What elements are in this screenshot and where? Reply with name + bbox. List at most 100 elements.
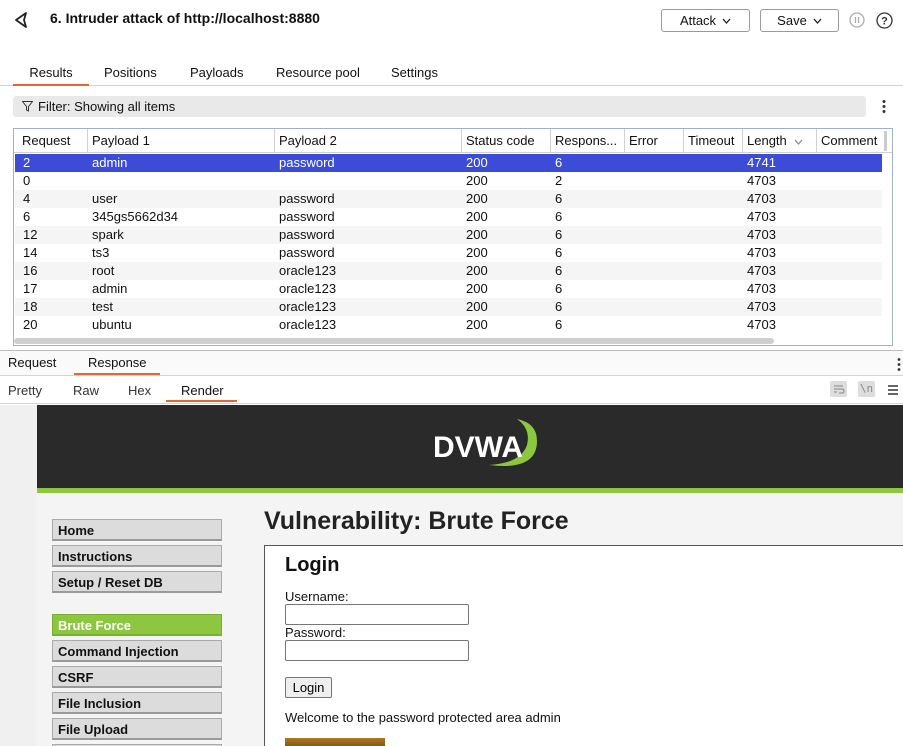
password-label: Password: xyxy=(285,625,346,640)
col-payload-2[interactable]: Payload 2 xyxy=(275,129,462,153)
menu-setup-reset-db[interactable]: Setup / Reset DB xyxy=(52,571,222,593)
active-tab-indicator xyxy=(166,400,237,402)
col-comment[interactable]: Comment xyxy=(817,129,884,153)
table-row[interactable]: 17 admin oracle123 200 6 4703 xyxy=(15,280,882,298)
cell-response-received: 6 xyxy=(555,299,563,314)
dvwa-logo-text: DVWA xyxy=(433,431,523,464)
horizontal-scrollbar[interactable] xyxy=(14,338,774,344)
cell-response-received: 6 xyxy=(555,155,563,170)
tab-hex[interactable]: Hex xyxy=(128,383,151,398)
col-payload-1[interactable]: Payload 1 xyxy=(88,129,275,153)
active-tab-indicator xyxy=(74,373,160,375)
cell-response-received: 6 xyxy=(555,227,563,242)
menu-file-inclusion[interactable]: File Inclusion xyxy=(52,692,222,714)
login-button[interactable]: Login xyxy=(285,677,332,698)
menu-brute-force[interactable]: Brute Force xyxy=(52,614,222,636)
cell-response-received: 6 xyxy=(555,317,563,332)
cell-status-code: 200 xyxy=(466,281,488,296)
cell-payload-1: admin xyxy=(92,281,128,296)
tab-request[interactable]: Request xyxy=(8,355,56,370)
cell-payload-1: 345gs5662d34 xyxy=(92,209,179,224)
menu-command-injection[interactable]: Command Injection xyxy=(52,640,222,662)
table-row[interactable]: 2 admin password 200 6 4741 xyxy=(15,154,882,172)
cell-length: 4703 xyxy=(747,173,776,188)
cell-payload-1: user xyxy=(92,191,118,206)
table-row[interactable]: 12 spark password 200 6 4703 xyxy=(15,226,882,244)
rendered-response: DVWA Home Instructions Setup / Reset DB … xyxy=(0,405,903,746)
cell-payload-2: password xyxy=(279,209,335,224)
attack-button[interactable]: Attack xyxy=(661,9,750,32)
help-icon[interactable]: ? xyxy=(876,12,893,29)
filter-bar[interactable]: Filter: Showing all items xyxy=(13,96,866,117)
cell-request: 4 xyxy=(23,191,31,206)
col-length-label: Length xyxy=(747,133,787,148)
cell-length: 4703 xyxy=(747,281,776,296)
cell-payload-2: password xyxy=(279,245,335,260)
welcome-message: Welcome to the password protected area a… xyxy=(285,710,561,725)
cell-payload-1: ts3 xyxy=(92,245,110,260)
menu-file-upload[interactable]: File Upload xyxy=(52,718,222,740)
cell-payload-2: password xyxy=(279,227,335,242)
username-field[interactable] xyxy=(285,604,469,625)
table-row[interactable]: 20 ubuntu oracle123 200 6 4703 xyxy=(15,316,882,334)
cell-payload-1: admin xyxy=(92,155,128,170)
intruder-back-icon[interactable] xyxy=(12,10,32,30)
cell-request: 12 xyxy=(23,227,38,242)
table-row[interactable]: 14 ts3 password 200 6 4703 xyxy=(15,244,882,262)
cell-length: 4703 xyxy=(747,299,776,314)
cell-request: 14 xyxy=(23,245,38,260)
cell-length: 4703 xyxy=(747,317,776,332)
table-row[interactable]: 16 root oracle123 200 6 4703 xyxy=(15,262,882,280)
menu-icon[interactable] xyxy=(888,385,898,395)
tab-resource-pool[interactable]: Resource pool xyxy=(276,60,360,86)
table-row[interactable]: 18 test oracle123 200 6 4703 xyxy=(15,298,882,316)
login-form: Login Username: Password: Login Welcome … xyxy=(264,545,903,746)
cell-length: 4703 xyxy=(747,209,776,224)
tab-positions[interactable]: Positions xyxy=(104,60,157,86)
login-heading: Login xyxy=(285,554,340,576)
more-options-icon[interactable] xyxy=(896,357,902,372)
cell-status-code: 200 xyxy=(466,227,488,242)
tab-payloads[interactable]: Payloads xyxy=(190,60,243,86)
table-row[interactable]: 6 345gs5662d34 password 200 6 4703 xyxy=(15,208,882,226)
results-table: Request Payload 1 Payload 2 Status code … xyxy=(13,128,893,346)
cell-length: 4703 xyxy=(747,191,776,206)
col-error[interactable]: Error xyxy=(625,129,684,153)
tab-raw[interactable]: Raw xyxy=(73,383,99,398)
col-response-received[interactable]: Respons... xyxy=(551,129,625,153)
col-status-code[interactable]: Status code xyxy=(462,129,551,153)
more-options-icon[interactable] xyxy=(880,99,888,114)
menu-csrf[interactable]: CSRF xyxy=(52,666,222,688)
tab-response[interactable]: Response xyxy=(88,355,147,370)
password-field[interactable] xyxy=(285,640,469,661)
vertical-scrollbar[interactable] xyxy=(884,131,887,151)
cell-request: 17 xyxy=(23,281,38,296)
table-row[interactable]: 4 user password 200 6 4703 xyxy=(15,190,882,208)
menu-home[interactable]: Home xyxy=(52,519,222,541)
cell-status-code: 200 xyxy=(466,317,488,332)
dvwa-banner: DVWA xyxy=(37,405,903,488)
cell-payload-1: ubuntu xyxy=(92,317,132,332)
tab-pretty[interactable]: Pretty xyxy=(8,383,42,398)
menu-instructions[interactable]: Instructions xyxy=(52,545,222,567)
pause-icon[interactable] xyxy=(849,12,865,28)
col-timeout[interactable]: Timeout xyxy=(684,129,743,153)
chevron-down-icon xyxy=(722,18,731,24)
col-request[interactable]: Request xyxy=(18,129,88,153)
attack-tabs: Results Positions Payloads Resource pool… xyxy=(0,60,903,86)
cell-payload-2: oracle123 xyxy=(279,317,337,332)
save-button[interactable]: Save xyxy=(760,9,839,32)
window-header: 6. Intruder attack of http://localhost:8… xyxy=(0,0,903,44)
dvwa-logo: DVWA xyxy=(433,419,537,466)
wrap-lines-icon[interactable] xyxy=(830,381,847,397)
table-row[interactable]: 0 200 2 4703 xyxy=(15,172,882,190)
cell-payload-2: password xyxy=(279,191,335,206)
cell-status-code: 200 xyxy=(466,263,488,278)
tab-results[interactable]: Results xyxy=(13,60,89,86)
cell-request: 0 xyxy=(23,173,31,188)
show-newlines-icon[interactable]: \n xyxy=(858,381,875,397)
filter-icon xyxy=(22,101,33,112)
tab-settings[interactable]: Settings xyxy=(391,60,438,86)
tab-render[interactable]: Render xyxy=(181,383,224,398)
col-length[interactable]: Length xyxy=(743,129,817,153)
